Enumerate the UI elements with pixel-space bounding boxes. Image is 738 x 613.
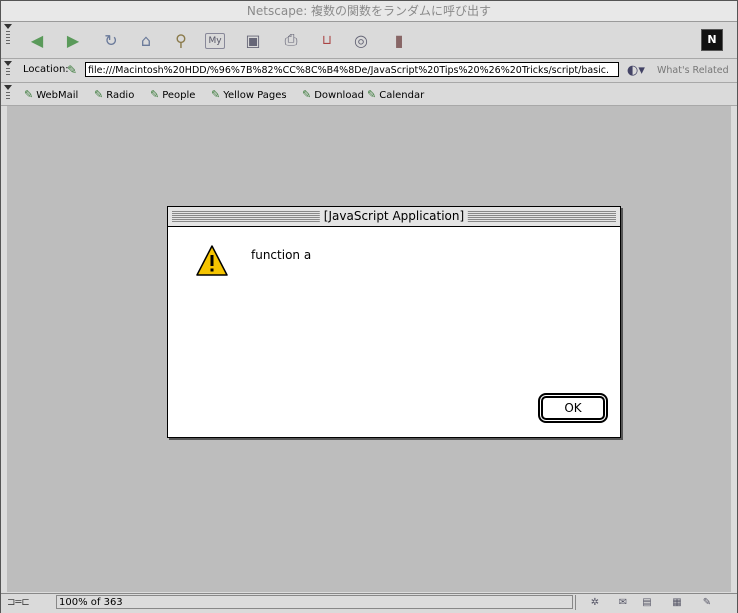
personal-item-people[interactable]: ✎ People [150, 88, 195, 101]
whats-related-label[interactable]: What's Related [657, 65, 729, 76]
toolbar-collapse-grip[interactable] [4, 61, 12, 84]
print-icon[interactable]: ⎙ [279, 28, 303, 52]
images-icon[interactable]: ▣ [241, 28, 265, 52]
reload-icon[interactable]: ↻ [99, 28, 123, 52]
security-lock-icon[interactable]: ⊔ [315, 28, 339, 52]
bookmark-icon: ✎ [367, 88, 377, 101]
stop-icon[interactable]: ▮ [387, 28, 411, 52]
dialog-title: [JavaScript Application] [319, 208, 469, 225]
toolbar-collapse-grip[interactable] [4, 85, 12, 107]
back-arrow-icon[interactable]: ◀ [25, 28, 49, 52]
ok-button[interactable]: OK [541, 396, 605, 420]
status-text: 100% of 363 [56, 595, 573, 609]
bookmark-icon: ✎ [94, 88, 104, 101]
whats-related-icon[interactable]: ◐▾ [627, 62, 649, 79]
component-bar: ✲ ✉ ▤ ▦ ✎ [575, 595, 736, 610]
dialog-message: function a [251, 248, 312, 262]
navigation-toolbar: ◀ ▶ ↻ ⌂ ⚲ My ▣ ⎙ ⊔ ◎ ▮ N [1, 22, 737, 59]
security-status-icon[interactable]: ⊐═⊏ [7, 597, 51, 609]
address-book-icon[interactable]: ▤ [638, 595, 656, 610]
mail-icon[interactable]: ✉ [614, 595, 632, 610]
navigator-icon[interactable]: ✲ [586, 595, 604, 610]
bookmark-icon: ✎ [302, 88, 312, 101]
status-bar: ⊐═⊏ 100% of 363 ✲ ✉ ▤ ▦ ✎ [1, 593, 737, 613]
bookmark-icon: ✎ [211, 88, 221, 101]
bookmark-icon: ✎ [24, 88, 34, 101]
home-icon[interactable]: ⌂ [134, 28, 158, 52]
browser-window: Netscape: 複数の関数をランダムに呼び出す ◀ ▶ ↻ ⌂ ⚲ My ▣… [0, 0, 738, 613]
composer-icon[interactable]: ▦ [668, 595, 686, 610]
personal-item-download[interactable]: ✎ Download [302, 88, 364, 101]
search-icon[interactable]: ⚲ [169, 28, 193, 52]
toolbar-collapse-grip[interactable] [4, 24, 12, 60]
bookmark-page-icon[interactable]: ✎ [67, 63, 81, 77]
forward-arrow-icon[interactable]: ▶ [61, 28, 85, 52]
my-netscape-icon[interactable]: My [205, 33, 225, 49]
personal-item-yellow-pages[interactable]: ✎ Yellow Pages [211, 88, 287, 101]
location-toolbar: Location: ✎ file:///Macintosh%20HDD/%96%… [1, 59, 737, 83]
personal-item-calendar[interactable]: ✎ Calendar [367, 88, 424, 101]
window-title: Netscape: 複数の関数をランダムに呼び出す [1, 1, 737, 22]
shop-icon[interactable]: ◎ [349, 28, 373, 52]
javascript-alert-dialog: [JavaScript Application] function a OK [167, 206, 621, 438]
location-url-input[interactable]: file:///Macintosh%20HDD/%96%7B%82%CC%8C%… [85, 62, 619, 77]
personal-toolbar: ✎ WebMail ✎ Radio ✎ People ✎ Yellow Pages ✎ D… [1, 83, 737, 106]
warning-icon [196, 245, 228, 276]
dialog-title-bar[interactable]: [JavaScript Application] [168, 207, 620, 227]
netscape-logo[interactable]: N [701, 29, 723, 51]
bookmark-icon: ✎ [150, 88, 160, 101]
location-label: Location: [23, 64, 69, 75]
edit-icon[interactable]: ✎ [698, 595, 716, 610]
personal-item-radio[interactable]: ✎ Radio [94, 88, 134, 101]
personal-item-webmail[interactable]: ✎ WebMail [24, 88, 78, 101]
